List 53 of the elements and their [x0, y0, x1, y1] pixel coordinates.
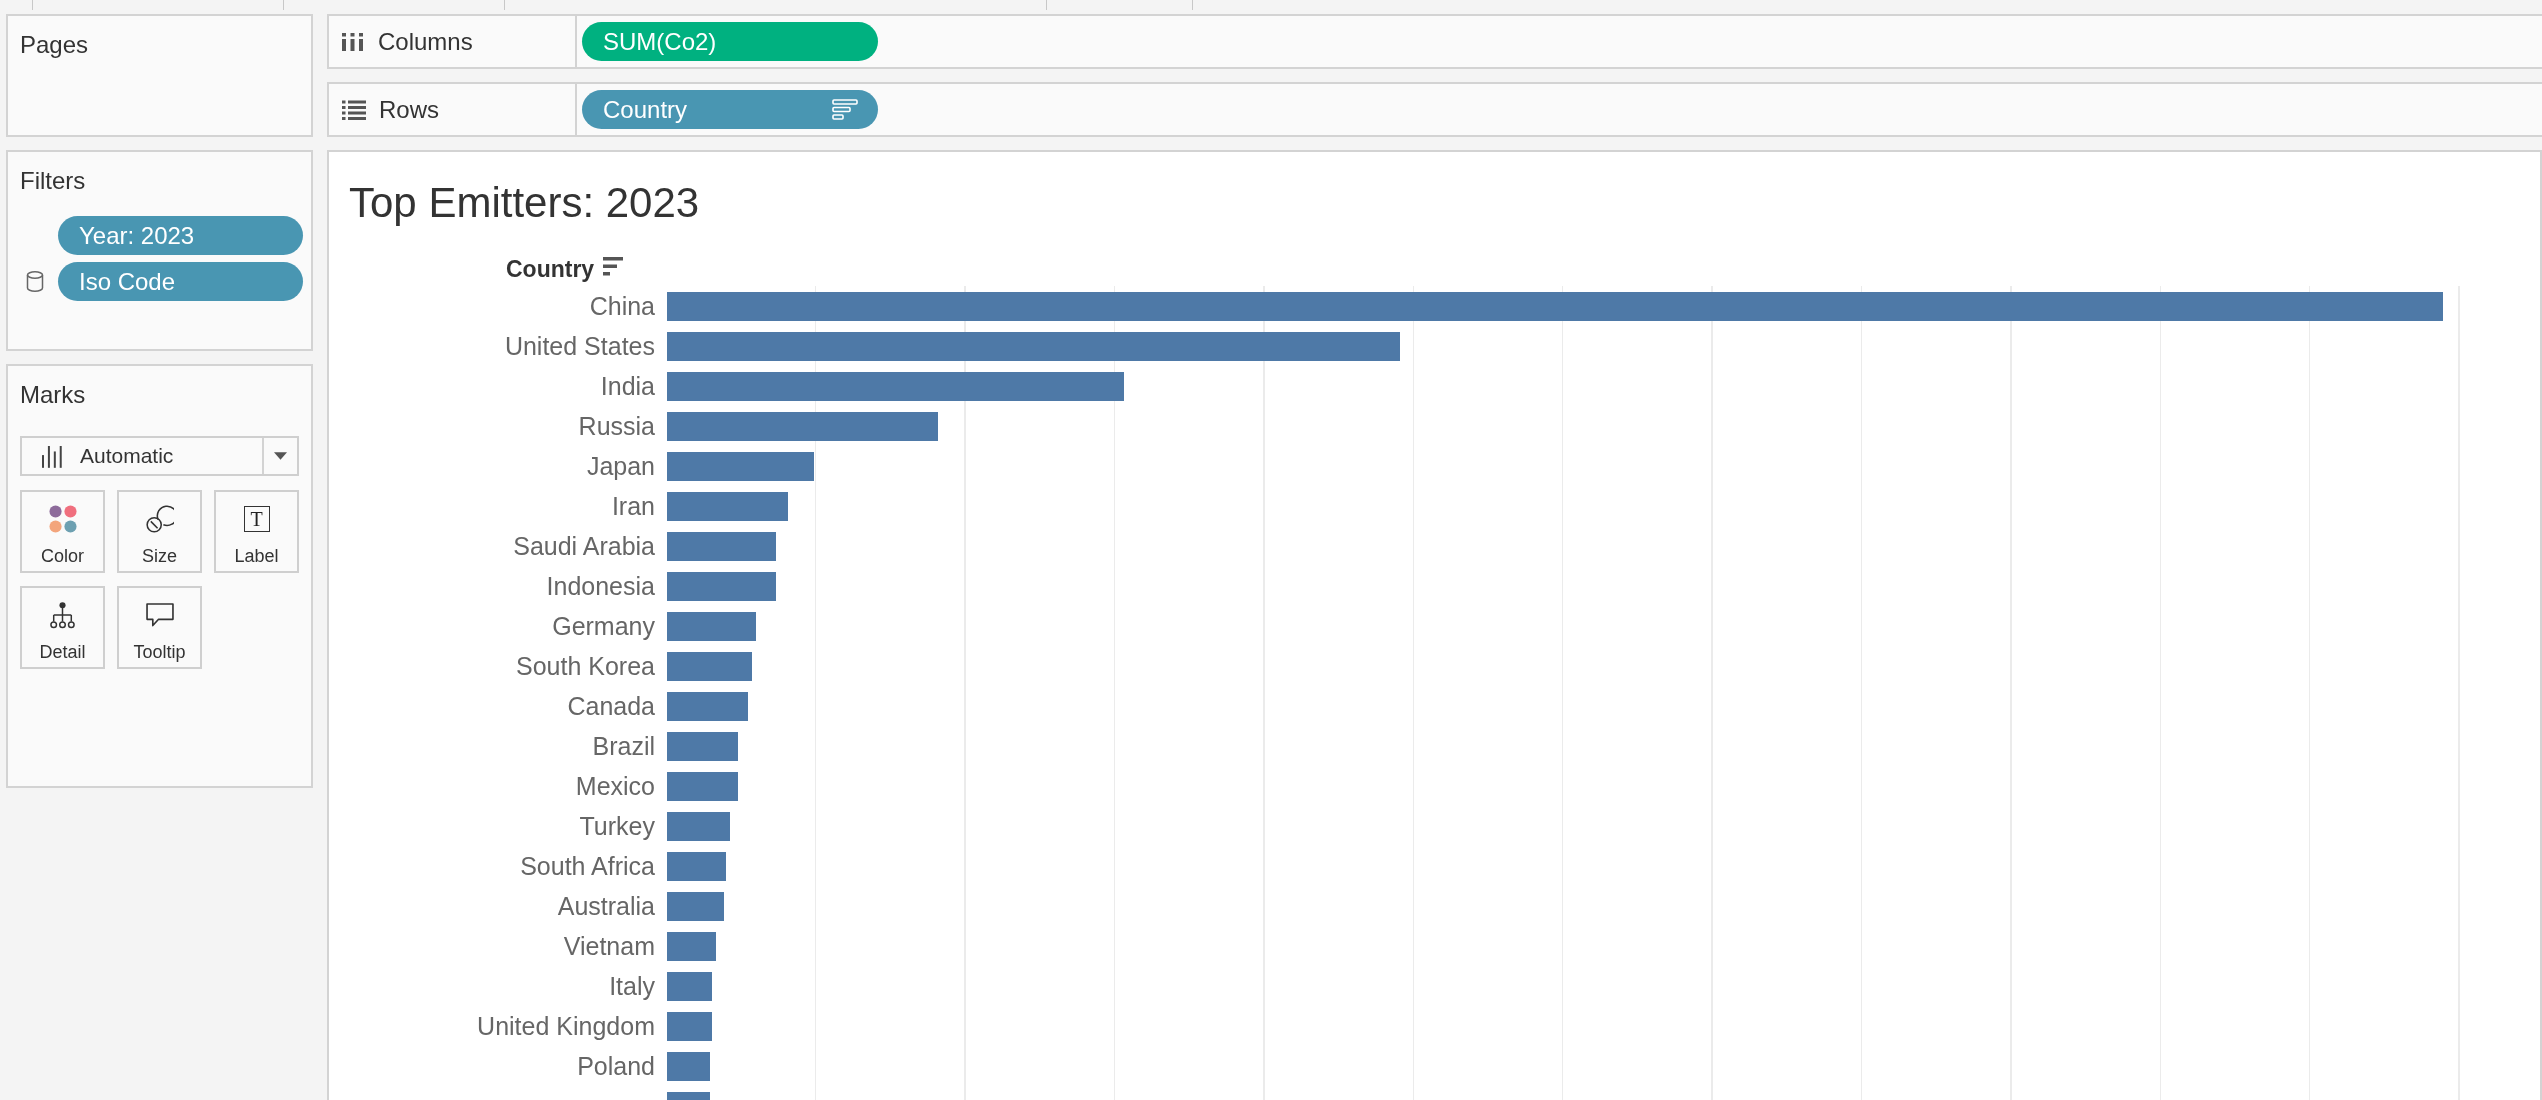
- bar: [667, 811, 730, 841]
- bar-chart-icon: [42, 444, 62, 468]
- row-label: Turkey: [579, 811, 655, 841]
- row-label: Russia: [578, 411, 655, 441]
- row-label: United States: [504, 331, 655, 361]
- shelf-label: Columns: [378, 27, 473, 56]
- text-icon: T: [243, 506, 270, 532]
- circles-icon: [145, 505, 174, 533]
- row-label: Canada: [567, 691, 655, 721]
- bar: [667, 931, 716, 961]
- row-label: South Africa: [520, 851, 655, 881]
- row-header-label: Country: [506, 254, 595, 283]
- row-label: Saudi Arabia: [513, 531, 655, 561]
- bar: [667, 1011, 712, 1041]
- sort-icon[interactable]: [603, 257, 624, 276]
- label-button[interactable]: T Label: [214, 490, 299, 573]
- mark-type-dropdown[interactable]: Automatic: [20, 436, 299, 476]
- row-label: Australia: [557, 891, 655, 921]
- bar: [667, 851, 726, 881]
- color-button[interactable]: Color: [20, 490, 105, 573]
- bar: [667, 731, 738, 761]
- tooltip-button[interactable]: Tooltip: [117, 586, 202, 669]
- four-dots-icon: [48, 505, 77, 533]
- caret-icon: [274, 452, 287, 460]
- bar: [667, 771, 738, 801]
- card-title: Marks: [20, 381, 86, 409]
- columns-icon: [342, 32, 363, 51]
- list-icon: [342, 99, 366, 120]
- bar: [667, 971, 712, 1001]
- chart-title: Top Emitters: 2023: [349, 178, 700, 228]
- speech-bubble-icon: [145, 603, 174, 627]
- row-label: Italy: [609, 971, 655, 1001]
- bar: [667, 1051, 710, 1081]
- bar: [667, 1092, 710, 1100]
- row-label: Brazil: [592, 731, 655, 761]
- row-label: Poland: [577, 1051, 655, 1081]
- row-label: Germany: [552, 611, 655, 641]
- row-label: Indonesia: [546, 571, 655, 601]
- shelf-label: Rows: [379, 95, 439, 124]
- row-label: China: [589, 291, 655, 321]
- hierarchy-icon: [50, 601, 75, 629]
- bar: [667, 891, 724, 921]
- card-title: Filters: [20, 167, 86, 195]
- card-title: Pages: [20, 31, 89, 59]
- row-label: India: [600, 371, 655, 401]
- row-label: Mexico: [575, 771, 655, 801]
- row-label: Iran: [611, 491, 655, 521]
- row-label: Japan: [586, 451, 655, 481]
- row-label: Vietnam: [563, 931, 655, 961]
- row-label: United Kingdom: [477, 1011, 655, 1041]
- detail-button[interactable]: Detail: [20, 586, 105, 669]
- size-button[interactable]: Size: [117, 490, 202, 573]
- row-label: South Korea: [516, 651, 655, 681]
